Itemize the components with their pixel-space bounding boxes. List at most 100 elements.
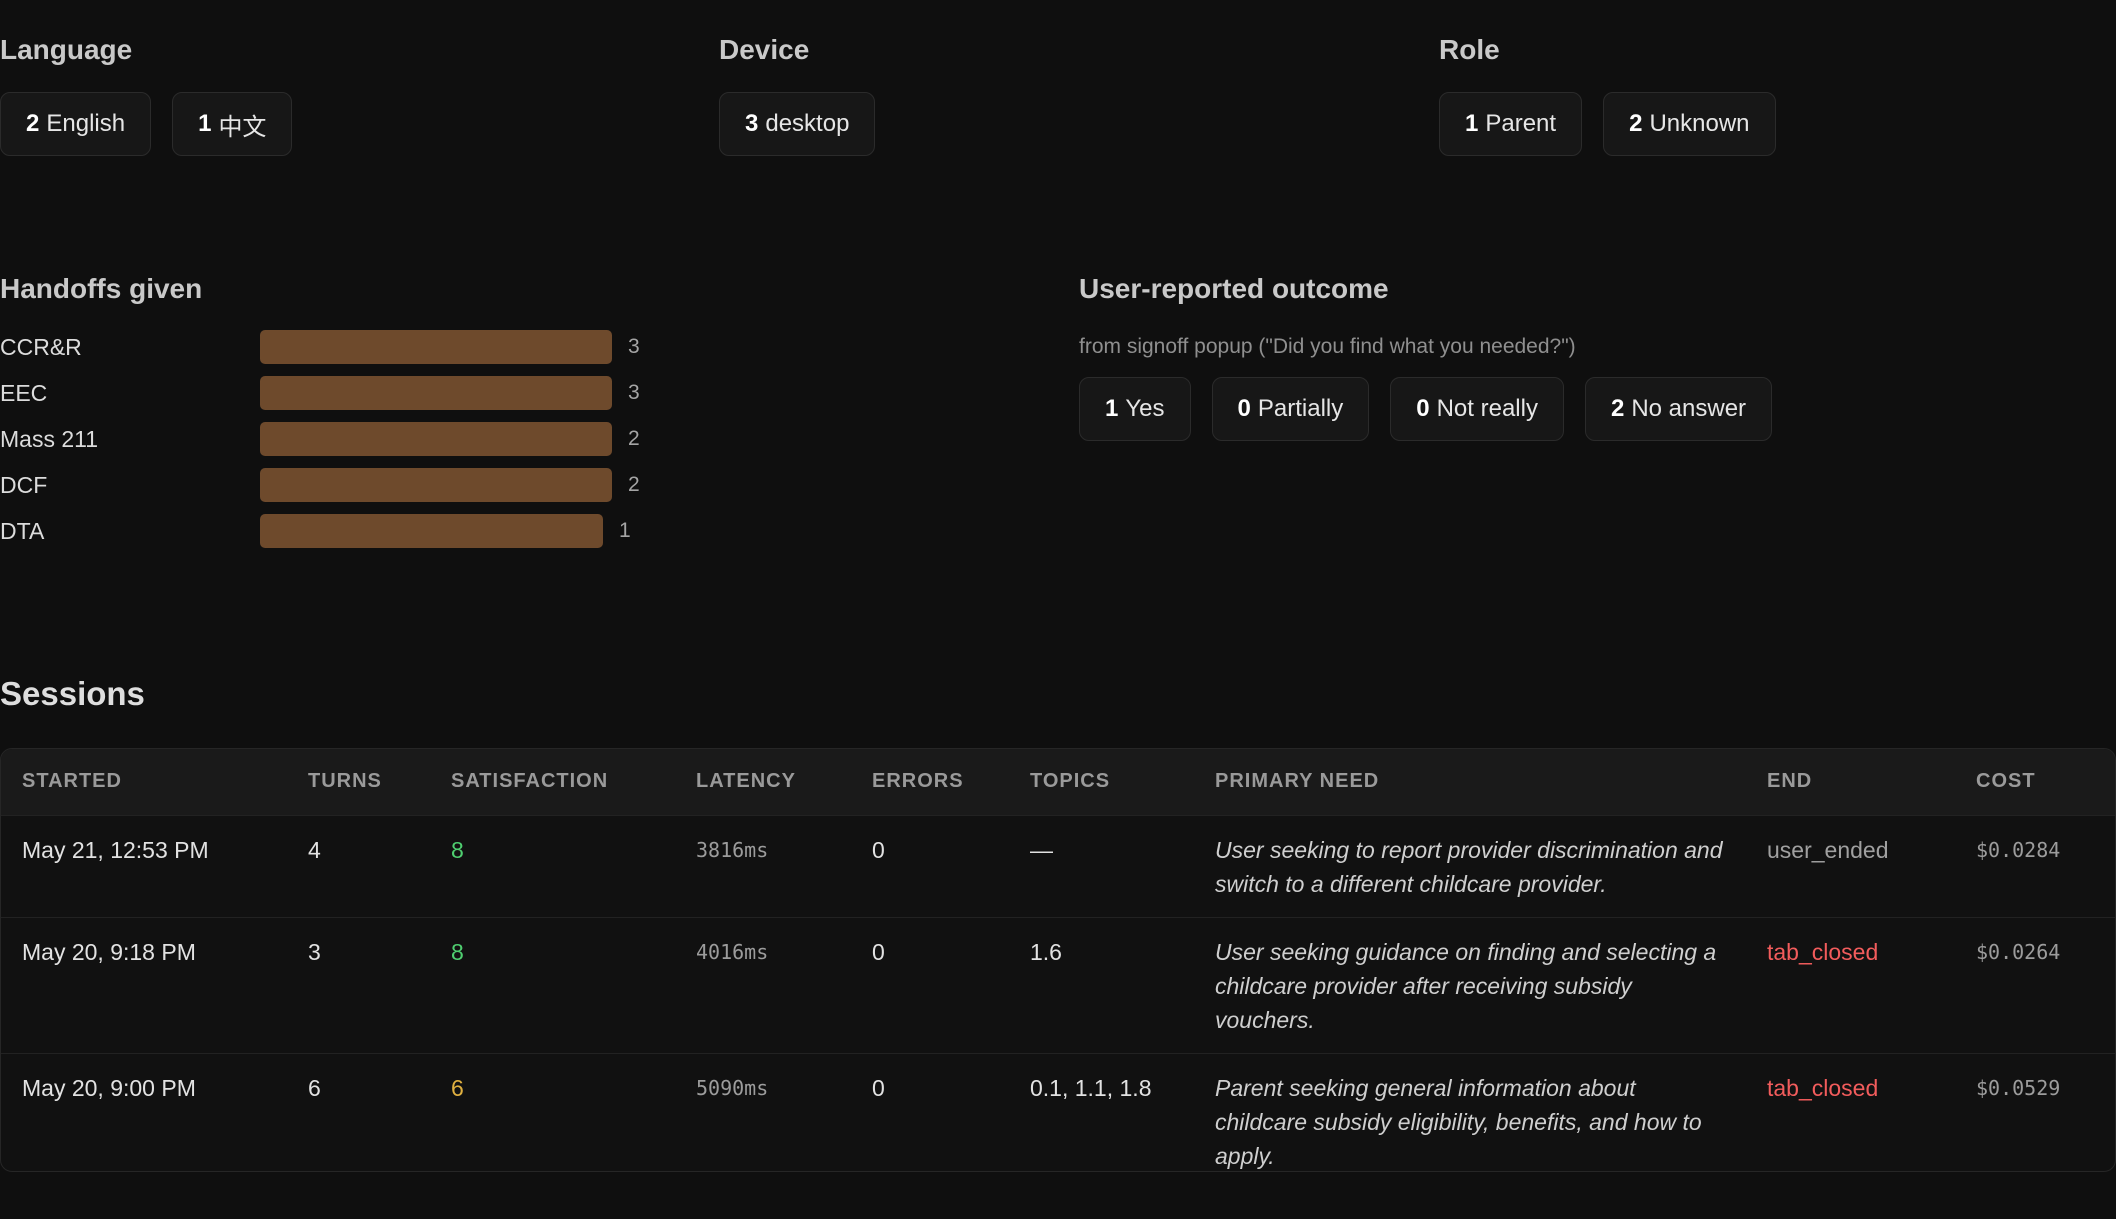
outcome-chips: 1 Yes 0 Partially 0 Not really 2 No answ… [1079,377,1773,441]
chip-label: Not really [1436,395,1538,422]
cell-cost: $0.0264 [1955,916,2115,1053]
outcome-chip-partially[interactable]: 0 Partially [1211,377,1370,441]
cell-primary-need: User seeking to report provider discrimi… [1194,814,1746,917]
cell-satisfaction: 6 [430,1052,675,1171]
role-chip-parent[interactable]: 1 Parent [1439,92,1583,156]
col-primary-need[interactable]: PRIMARY NEED [1194,749,1746,815]
chip-label: English [46,110,126,137]
cell-topics: 0.1, 1.1, 1.8 [1009,1052,1194,1171]
col-errors[interactable]: ERRORS [851,749,1009,815]
cell-topics: 1.6 [1009,916,1194,1053]
chip-label: Yes [1125,395,1165,422]
handoff-bar [260,514,603,548]
handoff-label: DCF [0,472,48,498]
chip-count: 1 [198,110,212,137]
cell-turns: 3 [287,916,430,1053]
outcome-subtitle: from signoff popup ("Did you find what y… [1079,335,1576,358]
handoff-count: 3 [628,381,640,404]
col-cost[interactable]: COST [1955,749,2115,815]
handoff-row: EEC 3 [0,376,700,422]
col-started[interactable]: STARTED [1,749,287,815]
chip-label: No answer [1631,395,1747,422]
chip-count: 3 [745,110,759,137]
handoff-bar [260,330,612,364]
language-chip-english[interactable]: 2 English [0,92,152,156]
outcome-chip-not-really[interactable]: 0 Not really [1390,377,1564,441]
cell-cost: $0.0529 [1955,1052,2115,1171]
cell-latency: 5090ms [675,1052,851,1171]
cell-end: tab_closed [1746,1052,1955,1171]
device-heading: Device [719,34,810,65]
table-row[interactable]: May 21, 12:53 PM 4 8 3816ms 0 — User see… [1,814,2115,917]
handoffs-heading: Handoffs given [0,273,203,304]
handoff-label: Mass 211 [0,426,99,452]
chip-count: 1 [1465,110,1479,137]
outcome-chip-no-answer[interactable]: 2 No answer [1584,377,1773,441]
handoff-row: Mass 211 2 [0,422,700,468]
cell-satisfaction: 8 [430,814,675,917]
cell-primary-need: User seeking guidance on finding and sel… [1194,916,1746,1053]
chip-count: 2 [1629,110,1643,137]
table-row[interactable]: May 20, 9:18 PM 3 8 4016ms 0 1.6 User se… [1,916,2115,1053]
device-chips: 3 desktop [719,92,876,156]
chip-count: 1 [1105,395,1119,422]
table-header-row: STARTED TURNS SATISFACTION LATENCY ERROR… [1,749,2115,815]
handoff-label: EEC [0,380,48,406]
cell-started: May 21, 12:53 PM [1,814,287,917]
language-chip-chinese[interactable]: 1 中文 [172,92,293,156]
chip-label: Partially [1257,395,1344,422]
cell-turns: 4 [287,814,430,917]
outcome-heading: User-reported outcome [1079,273,1389,304]
chip-count: 2 [26,110,40,137]
handoff-label: DTA [0,518,45,544]
col-turns[interactable]: TURNS [287,749,430,815]
cell-started: May 20, 9:00 PM [1,1052,287,1171]
chip-count: 0 [1237,395,1251,422]
chip-count: 0 [1416,395,1430,422]
cell-cost: $0.0284 [1955,814,2115,917]
language-heading: Language [0,34,133,65]
chip-label: Parent [1485,110,1557,137]
sessions-table: STARTED TURNS SATISFACTION LATENCY ERROR… [0,748,2116,1172]
handoff-row: CCR&R 3 [0,330,700,376]
cell-satisfaction: 8 [430,916,675,1053]
col-latency[interactable]: LATENCY [675,749,851,815]
chip-label: desktop [765,110,850,137]
col-satisfaction[interactable]: SATISFACTION [430,749,675,815]
handoff-bar [260,376,612,410]
cell-latency: 4016ms [675,916,851,1053]
role-chip-unknown[interactable]: 2 Unknown [1603,92,1776,156]
handoff-count: 3 [628,335,640,358]
handoff-bar [260,468,612,502]
handoff-count: 2 [628,427,640,450]
cell-end: user_ended [1746,814,1955,917]
cell-errors: 0 [851,814,1009,917]
role-chips: 1 Parent 2 Unknown [1439,92,1776,156]
cell-topics: — [1009,814,1194,917]
role-heading: Role [1439,34,1500,65]
device-chip-desktop[interactable]: 3 desktop [719,92,876,156]
col-end[interactable]: END [1746,749,1955,815]
cell-latency: 3816ms [675,814,851,917]
handoff-label: CCR&R [0,334,82,360]
table-row[interactable]: May 20, 9:00 PM 6 6 5090ms 0 0.1, 1.1, 1… [1,1052,2115,1171]
handoff-row: DCF 2 [0,468,700,514]
cell-started: May 20, 9:18 PM [1,916,287,1053]
chip-label: 中文 [218,113,267,141]
sessions-heading: Sessions [0,675,145,712]
cell-turns: 6 [287,1052,430,1171]
handoff-count: 1 [619,519,631,542]
cell-errors: 0 [851,916,1009,1053]
analytics-page: Language 2 English 1 中文 Device 3 desktop… [0,0,2116,1219]
cell-errors: 0 [851,1052,1009,1171]
cell-primary-need: Parent seeking general information about… [1194,1052,1746,1171]
handoff-row: DTA 1 [0,514,700,560]
handoffs-bar-list: CCR&R 3 EEC 3 Mass 211 2 DCF 2 DTA 1 [0,330,700,560]
handoff-bar [260,422,612,456]
outcome-chip-yes[interactable]: 1 Yes [1079,377,1191,441]
handoff-count: 2 [628,473,640,496]
cell-end: tab_closed [1746,916,1955,1053]
language-chips: 2 English 1 中文 [0,92,293,156]
col-topics[interactable]: TOPICS [1009,749,1194,815]
chip-label: Unknown [1649,110,1750,137]
